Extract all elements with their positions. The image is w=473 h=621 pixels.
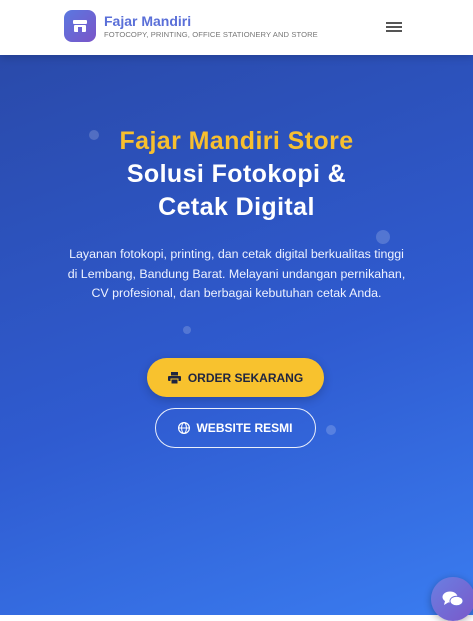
chat-button[interactable] xyxy=(431,577,473,621)
printer-icon xyxy=(167,371,181,384)
decorative-dot xyxy=(326,425,336,435)
chat-icon xyxy=(442,591,464,607)
official-website-label: WEBSITE RESMI xyxy=(196,421,293,435)
hero-title-brand: Fajar Mandiri Store xyxy=(119,127,354,155)
order-now-button[interactable]: ORDER SEKARANG xyxy=(147,358,324,397)
hero-title-line: Cetak Digital xyxy=(158,193,315,221)
site-header: Fajar Mandiri FOTOCOPY, PRINTING, OFFICE… xyxy=(0,0,473,55)
hero-section: Fajar Mandiri Store Solusi Fotokopi & Ce… xyxy=(0,55,473,615)
brand-tagline: FOTOCOPY, PRINTING, OFFICE STATIONERY AN… xyxy=(104,30,318,39)
brand-logo[interactable] xyxy=(64,10,96,42)
decorative-dot xyxy=(376,230,390,244)
store-icon xyxy=(73,20,87,32)
order-now-label: ORDER SEKARANG xyxy=(187,370,304,385)
official-website-button[interactable]: WEBSITE RESMI xyxy=(155,408,316,448)
hero-description: Layanan fotokopi, printing, dan cetak di… xyxy=(67,247,406,300)
globe-icon xyxy=(178,422,191,434)
decorative-dot xyxy=(183,326,191,334)
brand-name[interactable]: Fajar Mandiri xyxy=(104,13,191,29)
hero-title-line: Solusi Fotokopi & xyxy=(126,160,347,188)
hamburger-menu-icon[interactable] xyxy=(386,20,402,34)
